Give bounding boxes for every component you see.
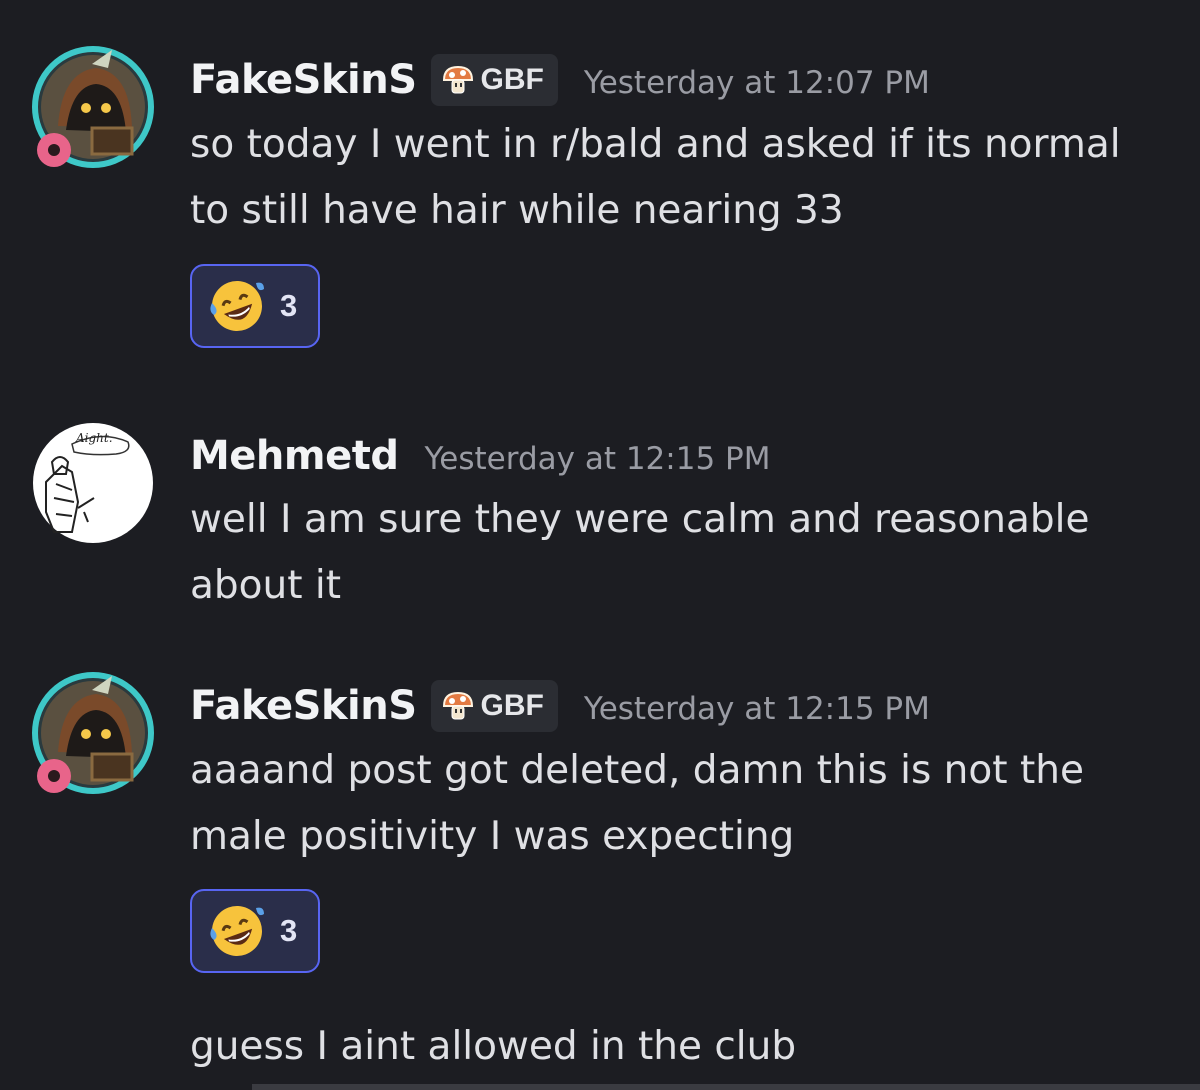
mushroom-icon xyxy=(442,65,473,94)
server-tag[interactable]: GBF xyxy=(430,680,558,732)
username[interactable]: Mehmetd xyxy=(190,433,399,479)
timestamp[interactable]: Yesterday at 12:15 PM xyxy=(424,435,770,477)
avatar-mehmetd[interactable]: Aight. xyxy=(32,422,154,544)
message-header: Mehmetd Yesterday at 12:15 PM xyxy=(190,428,770,484)
server-tag[interactable]: GBF xyxy=(430,54,558,106)
message-line: to still have hair while nearing 33 xyxy=(190,188,844,233)
message-line: guess I aint allowed in the club xyxy=(190,1024,797,1069)
username[interactable]: FakeSkinS xyxy=(190,683,417,729)
hooded-character-avatar-icon xyxy=(32,46,154,168)
message-header: FakeSkinS GBF Yesterday at 12:07 PM xyxy=(190,52,930,108)
message-text: aaaand post got deleted, damn this is no… xyxy=(190,738,1180,870)
reaction-count: 3 xyxy=(280,913,298,948)
server-tag-label: GBF xyxy=(480,689,544,722)
reaction-count: 3 xyxy=(280,288,298,323)
reaction-button[interactable]: 3 xyxy=(190,264,320,348)
message-text: well I am sure they were calm and reason… xyxy=(190,487,1180,619)
message-line: well I am sure they were calm and reason… xyxy=(190,497,1090,542)
message-text-followup: guess I aint allowed in the club xyxy=(190,1014,1180,1080)
message-header: FakeSkinS GBF Yesterday at 12:15 PM xyxy=(190,678,930,734)
rolling-on-floor-laughing-icon xyxy=(210,281,264,331)
avatar-fakeskins[interactable] xyxy=(32,672,154,794)
avatar-fakeskins[interactable] xyxy=(32,46,154,168)
scrollbar-track[interactable] xyxy=(252,1084,1200,1090)
timestamp[interactable]: Yesterday at 12:15 PM xyxy=(584,685,930,727)
mushroom-icon xyxy=(442,691,473,720)
message-line: so today I went in r/bald and asked if i… xyxy=(190,122,1121,167)
message-line: about it xyxy=(190,563,342,608)
message-line: aaaand post got deleted, damn this is no… xyxy=(190,748,1084,793)
timestamp[interactable]: Yesterday at 12:07 PM xyxy=(584,59,930,101)
avatar-caption: Aight. xyxy=(76,431,113,445)
username[interactable]: FakeSkinS xyxy=(190,57,417,103)
message-text: so today I went in r/bald and asked if i… xyxy=(190,112,1180,244)
reaction-button[interactable]: 3 xyxy=(190,889,320,973)
rolling-on-floor-laughing-icon xyxy=(210,906,264,956)
server-tag-label: GBF xyxy=(480,63,544,96)
message-line: male positivity I was expecting xyxy=(190,814,795,859)
hooded-character-avatar-icon xyxy=(32,672,154,794)
